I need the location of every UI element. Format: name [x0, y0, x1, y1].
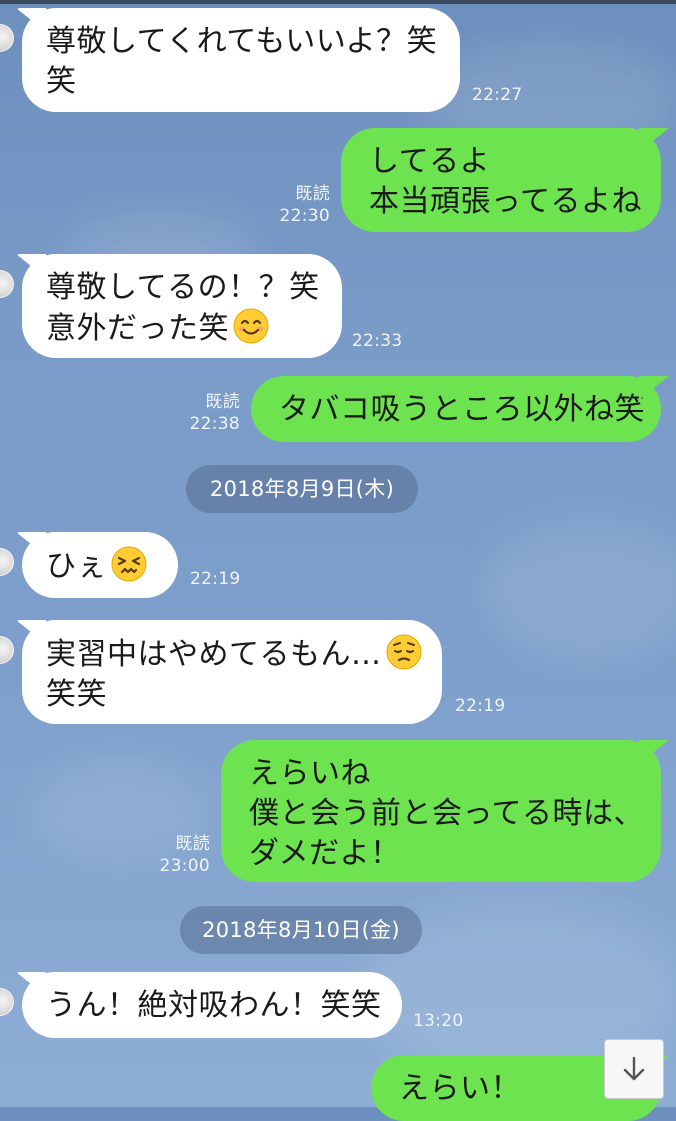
sender-avatar[interactable] [0, 988, 14, 1016]
status-strip [0, 0, 676, 4]
pensive-face-icon [386, 634, 421, 670]
outgoing-message[interactable]: えらいね 僕と会う前と会ってる時は、 ダメだよ！ [221, 740, 661, 882]
message-time: 22:30 [279, 206, 330, 226]
outgoing-message[interactable]: タバコ吸うところ以外ね笑 [251, 376, 661, 442]
message-time: 22:38 [189, 414, 240, 434]
message-text: えらい！ [399, 1071, 521, 1106]
message-text: うん！絶対吸わん！笑笑 [46, 988, 382, 1023]
sender-avatar[interactable] [0, 270, 14, 298]
message-time: 23:00 [159, 856, 210, 876]
sender-avatar[interactable] [0, 548, 14, 576]
outgoing-message[interactable]: してるよ 本当頑張ってるよね [341, 128, 661, 232]
sender-avatar[interactable] [0, 24, 14, 52]
date-separator: 2018年8月10日(金) [180, 906, 422, 954]
message-text: えらいね [249, 756, 371, 791]
message-time: 22:27 [472, 85, 523, 105]
message-text: 本当頑張ってるよね [369, 184, 642, 219]
message-time: 22:19 [190, 569, 241, 589]
message-time: 13:20 [413, 1011, 464, 1031]
incoming-message[interactable]: 尊敬してるの！？笑 意外だった笑 [22, 254, 342, 358]
background-cloud [480, 520, 676, 660]
message-text: 尊敬してくれてもいいよ？笑 [46, 24, 438, 59]
date-separator: 2018年8月9日(木) [186, 465, 418, 513]
message-time: 22:33 [352, 331, 403, 351]
smiling-face-icon [233, 308, 269, 344]
message-text: ひぇ [46, 549, 107, 584]
read-receipt: 既読 [175, 834, 210, 854]
message-text: 尊敬してるの！？笑 [46, 270, 320, 305]
read-receipt: 既読 [295, 184, 330, 204]
incoming-message[interactable]: 尊敬してくれてもいいよ？笑 笑 [22, 8, 460, 112]
incoming-message[interactable]: うん！絶対吸わん！笑笑 [22, 972, 402, 1038]
sender-avatar[interactable] [0, 636, 14, 664]
message-text: タバコ吸うところ以外ね笑 [279, 392, 645, 427]
message-time: 22:19 [455, 696, 506, 716]
incoming-message[interactable]: ひぇ [22, 532, 178, 598]
message-text: 笑 [46, 64, 77, 99]
incoming-message[interactable]: 実習中はやめてるもん… 笑笑 [22, 620, 442, 724]
message-text: 僕と会う前と会ってる時は、 [249, 796, 644, 831]
confounded-face-icon [111, 546, 147, 582]
scroll-to-bottom-button[interactable] [604, 1039, 664, 1099]
message-text: 実習中はやめてるもん… [46, 637, 382, 672]
message-text: 笑笑 [46, 677, 107, 712]
message-text: してるよ [369, 144, 491, 179]
read-receipt: 既読 [205, 392, 240, 412]
arrow-down-icon [623, 1056, 645, 1081]
message-text: 意外だった笑 [46, 311, 229, 346]
message-text: ダメだよ！ [249, 836, 401, 871]
